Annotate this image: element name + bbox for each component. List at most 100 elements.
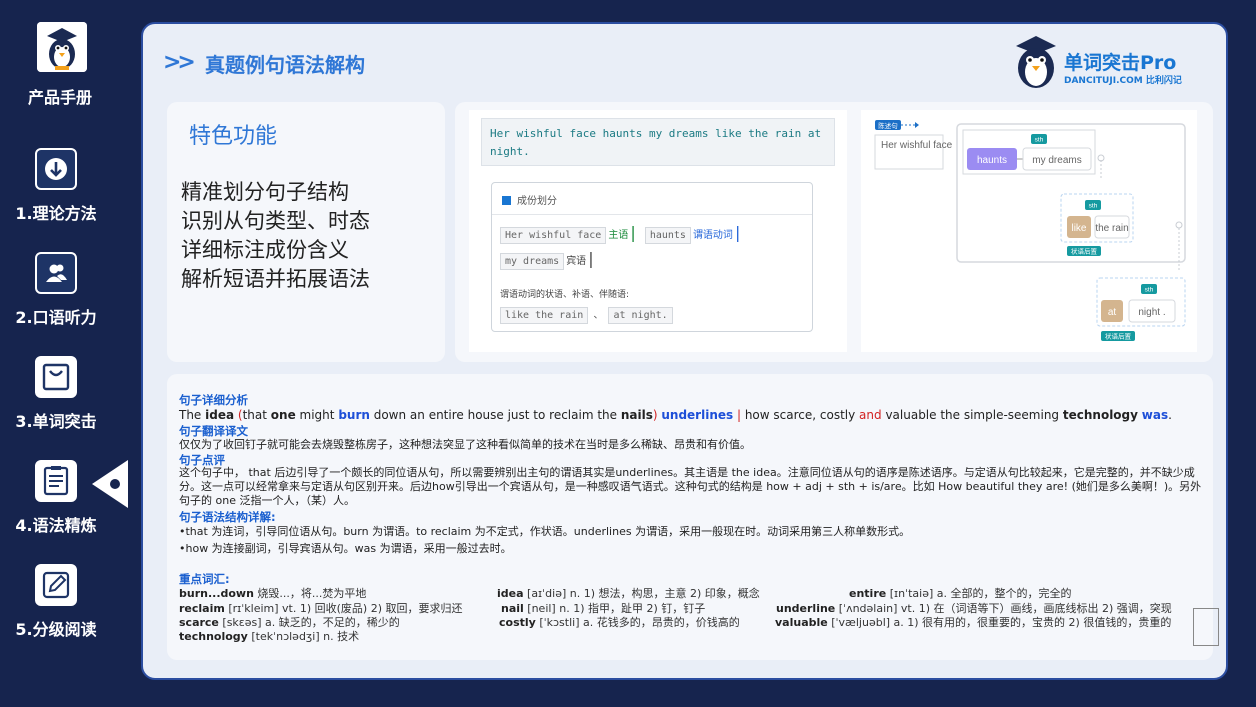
tag-verb: 谓语动词 xyxy=(692,230,733,241)
feature-list: 精准划分句子结构 识别从句类型、时态 详细标注成份含义 解析短语并拓展语法 xyxy=(181,178,370,294)
tree-sth-tag: sth xyxy=(1145,287,1154,294)
pointer-dot xyxy=(110,479,120,489)
brand-title: 单词突击Pro xyxy=(1064,52,1177,74)
tree-adv-tag-1: 状语后置 xyxy=(1071,247,1098,256)
bag-icon xyxy=(35,356,77,398)
sentence-fragment: might xyxy=(295,408,339,422)
parse-row: my dreams 宾语 | xyxy=(500,249,594,270)
parse-panel-header: 成份划分 xyxy=(492,183,812,215)
chip-separator: 、 xyxy=(593,310,604,321)
chip-subject[interactable]: Her wishful face xyxy=(500,227,607,244)
grammar-detail-1: •that 为连词，引导同位语从句。burn 为谓语。to reclaim 为不… xyxy=(179,525,911,538)
tree-prep-text-2: at xyxy=(1108,307,1117,318)
chip-adverbial-1[interactable]: like the rain xyxy=(500,307,589,324)
sidebar-item-vocab[interactable]: 3.单词突击 xyxy=(0,356,112,432)
tag-object: 宾语 xyxy=(566,256,587,267)
sidebar-item-theory[interactable]: 1.理论方法 xyxy=(0,148,112,224)
sentence-fragment: down an entire house just to reclaim the xyxy=(369,408,621,422)
sentence-fragment: The xyxy=(179,408,206,422)
analyzed-sentence: The idea (that one might burn down an en… xyxy=(179,408,1207,422)
vocab-row: scarce [skɛəs] a. 缺乏的，不足的，稀少的 costly [ˈk… xyxy=(179,614,1209,629)
sidebar-title: 产品手册 xyxy=(27,88,92,107)
translation-text: 仅仅为了收回钉子就可能会去烧毁整栋房子，这种想法突显了这种看似简单的技术在当时是… xyxy=(179,438,751,451)
tree-arrow-icon xyxy=(915,122,919,128)
review-text: 这个句子中， that 后边引导了一个颇长的同位语从句，所以需要辨别出主句的谓语… xyxy=(179,466,1202,507)
sidebar-item-label: 3.单词突击 xyxy=(15,412,97,431)
vocab-row: burn...down 烧毁...，将...焚为平地 idea [aɪˈdiə]… xyxy=(179,585,1209,600)
adverbial-label: 谓语动词的状语、补语、伴随语: xyxy=(500,290,630,300)
feature-item: 识别从句类型、时态 xyxy=(181,209,370,233)
tag-subject: 主语 xyxy=(608,230,629,241)
component-parse-panel: 成份划分 Her wishful face 主语 | haunts 谓语动词 | my … xyxy=(491,182,813,332)
sentence-fragment: technology xyxy=(1062,408,1138,422)
brand-subtitle: DANCITUJI.COM 比利闪记 xyxy=(1064,76,1182,86)
tree-adv-tag-2: 状语后置 xyxy=(1105,332,1132,341)
vocab-item: idea [aɪˈdiə] n. 1) 想法，构思，主意 2) 印象，概念 xyxy=(497,587,760,600)
parse-row: Her wishful face 主语 | haunts 谓语动词 | xyxy=(500,223,740,244)
sentence-fragment: that xyxy=(242,408,271,422)
chip-object[interactable]: my dreams xyxy=(500,253,565,270)
section-heading: 句子翻译译文 xyxy=(179,424,248,438)
penguin-mascot-icon xyxy=(1016,36,1056,88)
parse-panel-title: 成份划分 xyxy=(517,196,557,207)
tree-anchor-icon xyxy=(1175,221,1183,229)
analysis-card: 句子详细分析 The idea (that one might burn dow… xyxy=(167,374,1213,660)
feature-item: 详细标注成份含义 xyxy=(181,238,349,262)
sidebar-item-label: 2.口语听力 xyxy=(15,308,97,327)
page-title: 真题例句语法解构 xyxy=(205,53,365,77)
component-demo-screenshot: Her wishful face haunts my dreams like t… xyxy=(469,110,847,352)
vocab-row: technology [tekˈnɔlədʒi] n. 技术 xyxy=(179,628,1209,643)
vocab-row: reclaim [rɪˈkleim] vt. 1) 回收(废品) 2) 取回，要… xyxy=(179,600,1209,615)
double-chevron-icon: >> xyxy=(163,50,196,75)
tree-subject-text: Her wishful face xyxy=(881,140,953,151)
feature-item: 精准划分句子结构 xyxy=(181,180,349,204)
sentence-fragment: idea xyxy=(205,408,235,422)
sentence-fragment: valuable the simple-seeming xyxy=(881,408,1063,422)
sentence-fragment: . xyxy=(1168,408,1172,422)
main-panel: >> 真题例句语法解构 单词突击Pro DANCITUJI.COM 比利闪记 特… xyxy=(141,22,1228,680)
parse-row: like the rain 、 at night. xyxy=(500,303,673,324)
sentence-fragment: and xyxy=(859,408,882,422)
document-list-icon xyxy=(35,460,77,502)
tree-prep-text-1: like xyxy=(1071,223,1086,234)
sentence-fragment: was xyxy=(1141,408,1169,422)
vocab-item: entire [ɪnˈtaiə] a. 全部的，整个的，完全的 xyxy=(849,587,1072,600)
brand-logo: 单词突击Pro DANCITUJI.COM 比利闪记 xyxy=(1010,32,1210,92)
tree-prep-object-text-2: night . xyxy=(1138,307,1165,318)
penguin-logo-icon xyxy=(37,22,87,72)
vocab-item: burn...down 烧毁...，将...焚为平地 xyxy=(179,587,367,600)
section-heading: 句子详细分析 xyxy=(179,393,248,407)
sidebar-item-listening[interactable]: 2.口语听力 xyxy=(0,252,112,328)
pen-edit-icon xyxy=(35,564,77,606)
syntax-tree: 陈述句 Her wishful face sth haunts my dream… xyxy=(874,120,1186,341)
chip-adverbial-2[interactable]: at night. xyxy=(608,307,673,324)
scroll-indicator[interactable] xyxy=(1193,608,1219,646)
sidebar-item-label: 4.语法精炼 xyxy=(15,516,97,535)
tree-object-text: my dreams xyxy=(1032,155,1081,166)
sidebar-item-reading[interactable]: 5.分级阅读 xyxy=(0,564,112,640)
sentence-fragment: ( xyxy=(234,408,243,422)
demo-card: Her wishful face haunts my dreams like t… xyxy=(455,102,1213,362)
tree-sth-tag: sth xyxy=(1089,203,1098,210)
sidebar-item-label: 1.理论方法 xyxy=(15,204,97,223)
sentence-fragment: | xyxy=(733,408,745,422)
tree-predicate-frame xyxy=(956,123,1186,263)
sentence-fragment: nails xyxy=(620,408,653,422)
feature-title: 特色功能 xyxy=(189,124,278,149)
grammar-detail-2: •how 为连接副词，引导宾语从句。was 为谓语，采用一般过去时。 xyxy=(179,542,512,555)
example-sentence: Her wishful face haunts my dreams like t… xyxy=(481,118,835,166)
chip-verb[interactable]: haunts xyxy=(644,227,691,244)
sidebar-item-label: 5.分级阅读 xyxy=(15,620,97,639)
app-root: 产品手册 1.理论方法 2.口语听力 3.单词突击 4.语法精炼 5.分级阅读 … xyxy=(0,0,1256,707)
section-heading: 句子语法结构详解: xyxy=(179,510,276,524)
sentence-fragment: how scarce, costly xyxy=(744,408,860,422)
download-circle-icon xyxy=(35,148,77,190)
people-icon xyxy=(35,252,77,294)
feature-item: 解析短语并拓展语法 xyxy=(181,267,370,291)
syntax-tree-screenshot: 陈述句 Her wishful face sth haunts my dream… xyxy=(861,110,1197,352)
sentence-fragment: burn xyxy=(338,408,370,422)
tree-prep-object-text-1: the rain xyxy=(1095,223,1128,234)
tree-verb-text: haunts xyxy=(977,155,1007,166)
feature-card: 特色功能 精准划分句子结构 识别从句类型、时态 详细标注成份含义 解析短语并拓展… xyxy=(167,102,445,362)
sentence-fragment: underlines xyxy=(661,408,734,422)
